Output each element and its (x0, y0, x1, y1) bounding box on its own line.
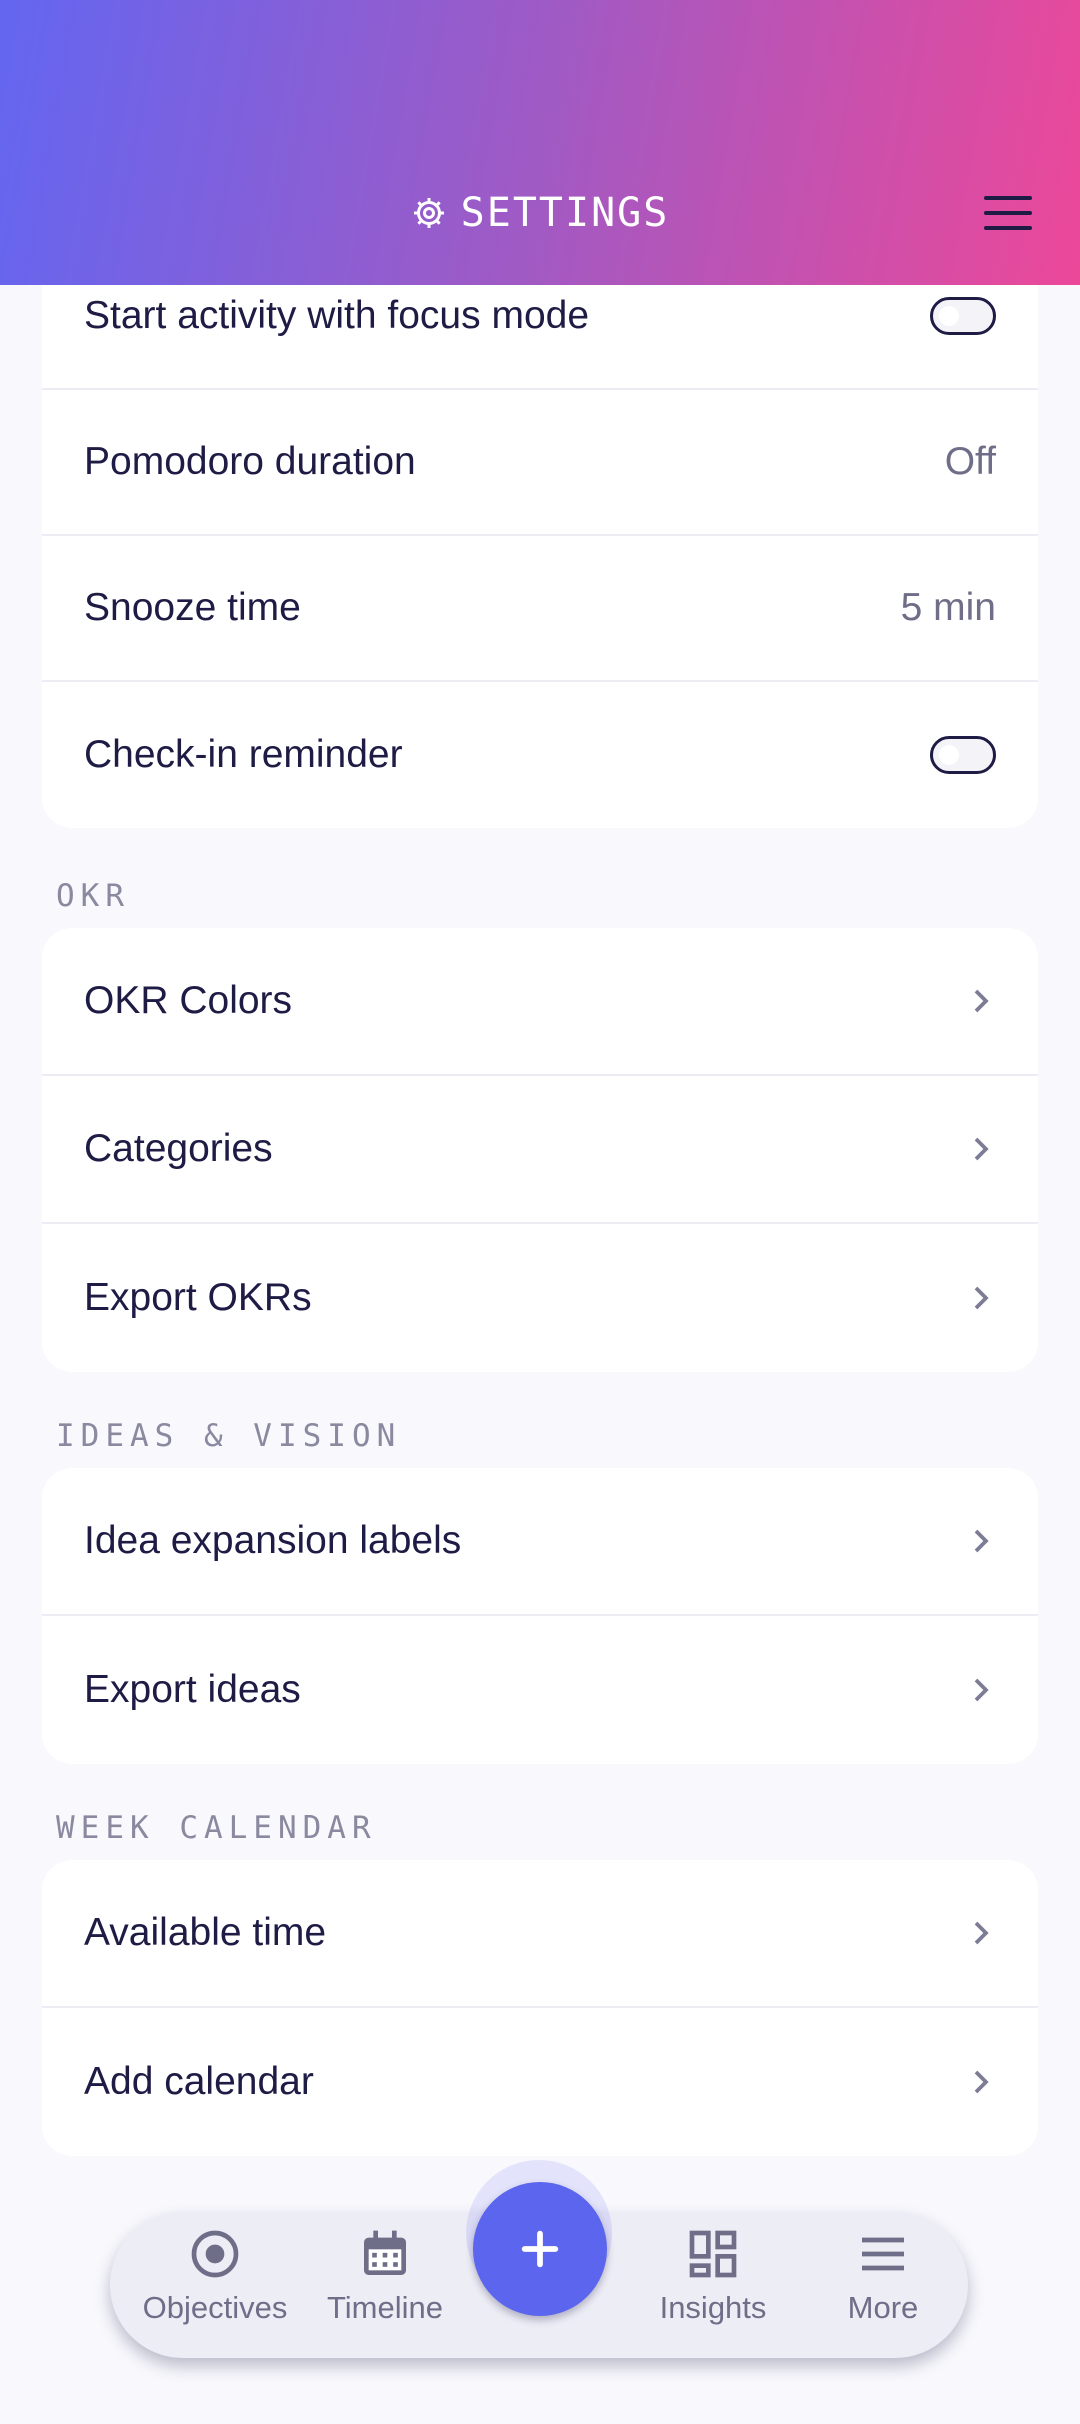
target-icon (191, 2230, 239, 2278)
menu-icon (862, 2237, 904, 2271)
row-label: Check-in reminder (84, 733, 403, 776)
calendar-settings-card: Available time Add calendar (42, 1860, 1038, 2156)
row-label: Snooze time (84, 586, 301, 629)
settings-row-available-time[interactable]: Available time (42, 1860, 1038, 2008)
row-value: 5 min (900, 586, 996, 629)
gear-icon (413, 198, 444, 228)
settings-row-snooze[interactable]: Snooze time 5 min (42, 536, 1038, 682)
plus-icon (521, 2230, 559, 2268)
nav-item-objectives[interactable]: Objectives (130, 2226, 300, 2326)
row-label: Export ideas (84, 1668, 301, 1711)
add-button[interactable] (473, 2182, 607, 2316)
section-title-week-calendar: WEEK CALENDAR (56, 1810, 377, 1846)
settings-row-okr-colors[interactable]: OKR Colors (42, 928, 1038, 1076)
row-label: Export OKRs (84, 1276, 312, 1319)
dashboard-icon (689, 2230, 737, 2278)
nav-label: More (847, 2290, 919, 2325)
row-value: Off (944, 440, 996, 483)
settings-row-pomodoro[interactable]: Pomodoro duration Off (42, 390, 1038, 536)
row-label: Categories (84, 1127, 273, 1170)
chevron-right-icon (974, 1286, 989, 1310)
chevron-right-icon (974, 1137, 989, 1161)
chevron-right-icon (974, 1529, 989, 1553)
section-title-ideas: IDEAS & VISION (56, 1418, 402, 1454)
section-title-okr: OKR (56, 878, 130, 914)
row-label: Available time (84, 1911, 327, 1954)
okr-settings-card: OKR Colors Categories Export OKRs (42, 928, 1038, 1372)
nav-item-more[interactable]: More (798, 2226, 968, 2326)
nav-item-insights[interactable]: Insights (628, 2226, 798, 2326)
nav-label: Objectives (142, 2290, 288, 2325)
activity-settings-card: Start activity with focus mode Pomodoro … (42, 244, 1038, 828)
check-in-toggle[interactable] (930, 736, 996, 774)
page-title-text: SETTINGS (460, 190, 670, 236)
chevron-right-icon (974, 2070, 989, 2094)
ideas-settings-card: Idea expansion labels Export ideas (42, 1468, 1038, 1764)
settings-row-check-in[interactable]: Check-in reminder (42, 682, 1038, 828)
chevron-right-icon (974, 1678, 989, 1702)
settings-row-export-ideas[interactable]: Export ideas (42, 1616, 1038, 1764)
settings-row-categories[interactable]: Categories (42, 1076, 1038, 1224)
chevron-right-icon (974, 989, 989, 1013)
nav-label: Timeline (327, 2290, 443, 2325)
row-label: Pomodoro duration (84, 440, 416, 483)
row-label: Add calendar (84, 2060, 314, 2103)
app-header: SETTINGS (0, 0, 1080, 285)
row-label: OKR Colors (84, 979, 293, 1022)
settings-row-add-calendar[interactable]: Add calendar (42, 2008, 1038, 2156)
hamburger-menu-icon[interactable] (984, 196, 1032, 234)
row-label: Idea expansion labels (84, 1519, 462, 1562)
row-label: Start activity with focus mode (84, 294, 590, 337)
calendar-icon (364, 2230, 406, 2275)
nav-label: Insights (659, 2290, 767, 2325)
nav-item-timeline[interactable]: Timeline (300, 2226, 470, 2326)
settings-row-export-okrs[interactable]: Export OKRs (42, 1224, 1038, 1372)
chevron-right-icon (974, 1921, 989, 1945)
focus-mode-toggle[interactable] (930, 297, 996, 335)
settings-row-idea-labels[interactable]: Idea expansion labels (42, 1468, 1038, 1616)
page-title: SETTINGS (0, 190, 1080, 236)
